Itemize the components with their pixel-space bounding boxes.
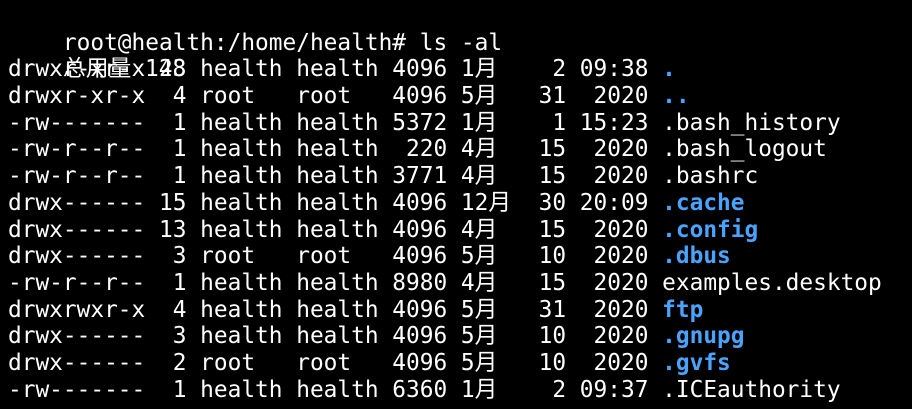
- listing-meta: -rw-r--r-- 1 health health 3771 4月 15 20…: [8, 163, 663, 190]
- listing-meta: -rw------- 1 health health 5372 1月 1 15:…: [8, 109, 663, 136]
- terminal-window[interactable]: root@health:/home/health# ls -al 总用量 148…: [0, 0, 912, 409]
- listing-meta: drwx------ 3 health health 4096 5月 10 20…: [8, 323, 663, 350]
- listing-row: drwx------ 2 root root 4096 5月 10 2020 .…: [8, 350, 912, 377]
- listing-meta: drwxrwxr-x 4 health health 4096 5月 31 20…: [8, 296, 663, 323]
- listing-meta: drwxr-xr-x 4 root root 4096 5月 31 2020: [8, 83, 663, 110]
- listing-meta: drwxr-xr-x 23 health health 4096 1月 2 09…: [8, 56, 663, 83]
- prompt-line: root@health:/home/health# ls -al: [8, 3, 912, 56]
- listing-row: -rw------- 1 health health 5372 1月 1 15:…: [8, 110, 912, 137]
- listing-row: drwxrwxr-x 4 health health 4096 5月 31 20…: [8, 297, 912, 324]
- listing-name: .dbus: [662, 243, 731, 270]
- listing-name: .: [662, 56, 676, 83]
- listing-row: drwxr-xr-x 23 health health 4096 1月 2 09…: [8, 56, 912, 83]
- prompt-text: root@health:/home/health# ls -al: [62, 29, 503, 56]
- listing-name: .config: [662, 216, 759, 243]
- listing-row: drwxr-xr-x 4 root root 4096 5月 31 2020 .…: [8, 83, 912, 110]
- listing-name: .gvfs: [662, 349, 731, 376]
- listing-meta: drwx------ 15 health health 4096 12月 30 …: [8, 189, 663, 216]
- listing-row: drwx------ 3 root root 4096 5月 10 2020 .…: [8, 243, 912, 270]
- listing-name: .bashrc: [662, 163, 759, 190]
- listing-row: -rw-r--r-- 1 health health 8980 4月 15 20…: [8, 270, 912, 297]
- listing-name: .gnupg: [662, 323, 745, 350]
- listing-name: examples.desktop: [662, 269, 882, 296]
- listing-row: -rw------- 1 health health 6360 1月 2 09:…: [8, 377, 912, 404]
- listing-row: drwx------ 13 health health 4096 4月 15 2…: [8, 217, 912, 244]
- listing-meta: -rw-r--r-- 1 health health 8980 4月 15 20…: [8, 269, 663, 296]
- listing-name: ftp: [662, 296, 704, 323]
- listing-row: -rw-r--r-- 1 health health 3771 4月 15 20…: [8, 163, 912, 190]
- listing-name: .bash_history: [662, 109, 841, 136]
- listing-name: .bash_logout: [662, 136, 827, 163]
- listing-row: -rw-r--r-- 1 health health 220 4月 15 202…: [8, 136, 912, 163]
- listing-meta: -rw-r--r-- 1 health health 220 4月 15 202…: [8, 136, 663, 163]
- listing-name: .cache: [662, 189, 745, 216]
- listing-meta: drwx------ 3 root root 4096 5月 10 2020: [8, 243, 663, 270]
- listing-row: drwx------ 3 health health 4096 5月 10 20…: [8, 323, 912, 350]
- listing-name: ..: [662, 83, 690, 110]
- listing-row: drwx------ 15 health health 4096 12月 30 …: [8, 190, 912, 217]
- listing-meta: -rw------- 1 health health 6360 1月 2 09:…: [8, 376, 663, 403]
- listing-meta: drwx------ 2 root root 4096 5月 10 2020: [8, 349, 663, 376]
- listing-meta: drwx------ 13 health health 4096 4月 15 2…: [8, 216, 663, 243]
- listing-name: .ICEauthority: [662, 376, 841, 403]
